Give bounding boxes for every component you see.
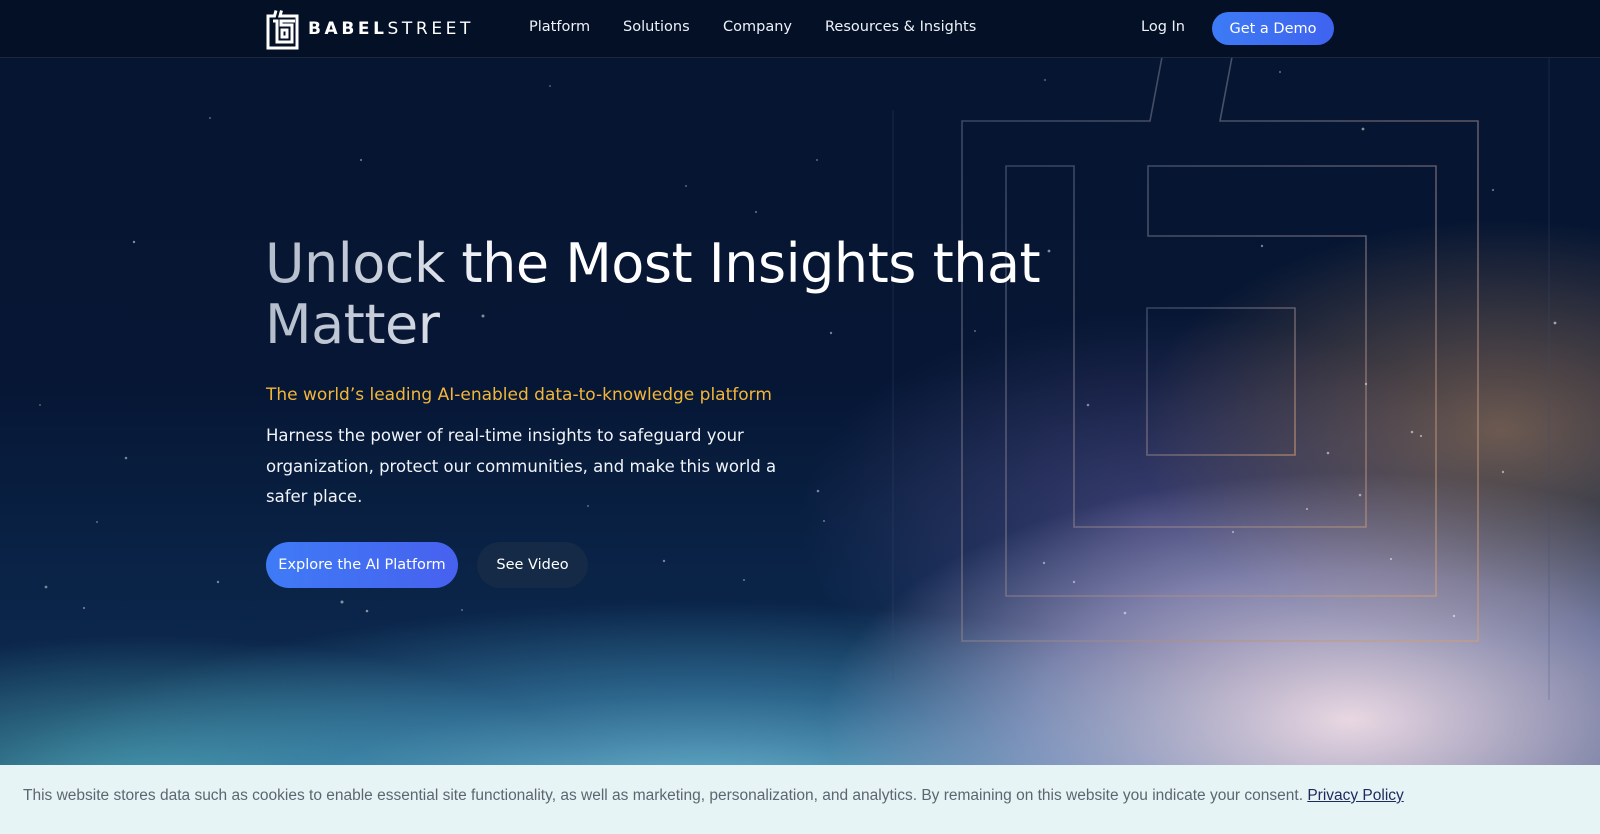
get-demo-button[interactable]: Get a Demo [1212, 12, 1334, 45]
star-field [39, 71, 1557, 618]
nav-solutions[interactable]: Solutions [623, 19, 690, 35]
site-header: BABEL STREET Platform Solutions Company R… [0, 0, 1600, 58]
see-video-button[interactable]: See Video [477, 542, 588, 588]
hero-tagline: The world’s leading AI-enabled data-to-k… [266, 385, 772, 405]
cookie-message: This website stores data such as cookies… [23, 787, 1404, 805]
nav-resources-insights[interactable]: Resources & Insights [825, 19, 976, 35]
login-link[interactable]: Log In [1141, 19, 1185, 35]
cookie-text: This website stores data such as cookies… [23, 787, 1303, 804]
nav-platform[interactable]: Platform [529, 19, 590, 35]
explore-ai-platform-button[interactable]: Explore the AI Platform [266, 542, 458, 588]
privacy-policy-link[interactable]: Privacy Policy [1307, 787, 1403, 804]
logo-word-bold: BABEL [308, 19, 388, 39]
babel-street-logo[interactable]: BABEL STREET [266, 8, 474, 50]
logo-wordmark: BABEL STREET [308, 19, 474, 39]
nav-company[interactable]: Company [723, 19, 792, 35]
hero-description: Harness the power of real-time insights … [266, 426, 777, 506]
logo-word-light: STREET [387, 19, 474, 39]
babel-street-logo-icon [266, 9, 299, 49]
cookie-banner: This website stores data such as cookies… [0, 765, 1600, 834]
hero-headline: Unlock the Most Insights that Matter [265, 233, 1065, 355]
hero-background [0, 0, 1600, 834]
